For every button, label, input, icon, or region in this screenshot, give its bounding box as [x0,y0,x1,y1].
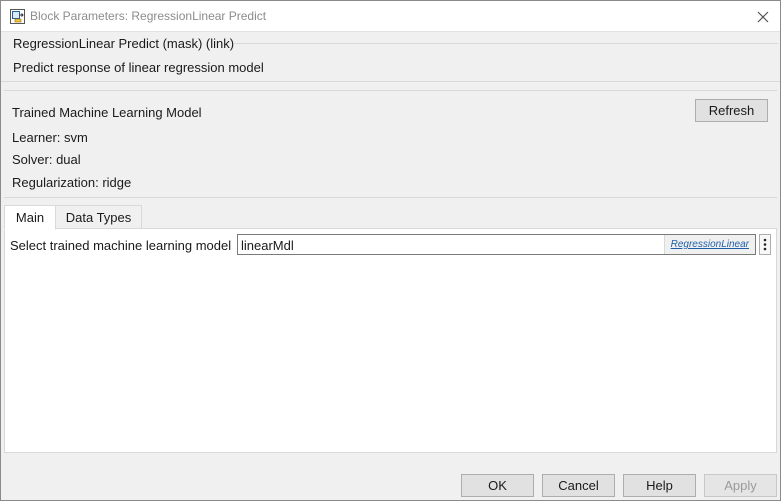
mask-title: RegressionLinear Predict (mask) (link) [13,36,235,51]
regularization-info: Regularization: ridge [12,175,132,190]
more-options-button[interactable] [759,234,771,255]
simulink-block-icon [10,9,25,24]
tab-main[interactable]: Main [4,205,56,230]
block-parameters-dialog: Block Parameters: RegressionLinear Predi… [0,0,781,501]
close-icon [757,11,769,23]
mask-description: Predict response of linear regression mo… [13,60,264,75]
trained-model-panel: Trained Machine Learning Model Refresh L… [4,90,777,198]
mask-header: RegressionLinear Predict (mask) (link) P… [1,33,780,82]
select-model-label: Select trained machine learning model [10,238,232,253]
model-name-value: linearMdl [241,238,294,253]
tab-data-types[interactable]: Data Types [55,205,142,229]
help-button[interactable]: Help [623,474,696,497]
cancel-button[interactable]: Cancel [542,474,615,497]
mask-title-divider [234,43,778,44]
solver-info: Solver: dual [12,152,81,167]
main-tab-panel: Select trained machine learning model li… [4,228,777,453]
ok-button[interactable]: OK [461,474,534,497]
model-class-link[interactable]: RegressionLinear [663,235,755,254]
vertical-ellipsis-icon [763,238,767,251]
close-button[interactable] [752,6,774,28]
panel-title: Trained Machine Learning Model [12,105,202,120]
model-name-input[interactable]: linearMdl RegressionLinear [237,234,756,255]
apply-button[interactable]: Apply [704,474,777,497]
learner-info: Learner: svm [12,130,88,145]
window-title: Block Parameters: RegressionLinear Predi… [30,9,267,23]
refresh-button[interactable]: Refresh [695,99,768,122]
title-bar: Block Parameters: RegressionLinear Predi… [1,1,780,32]
